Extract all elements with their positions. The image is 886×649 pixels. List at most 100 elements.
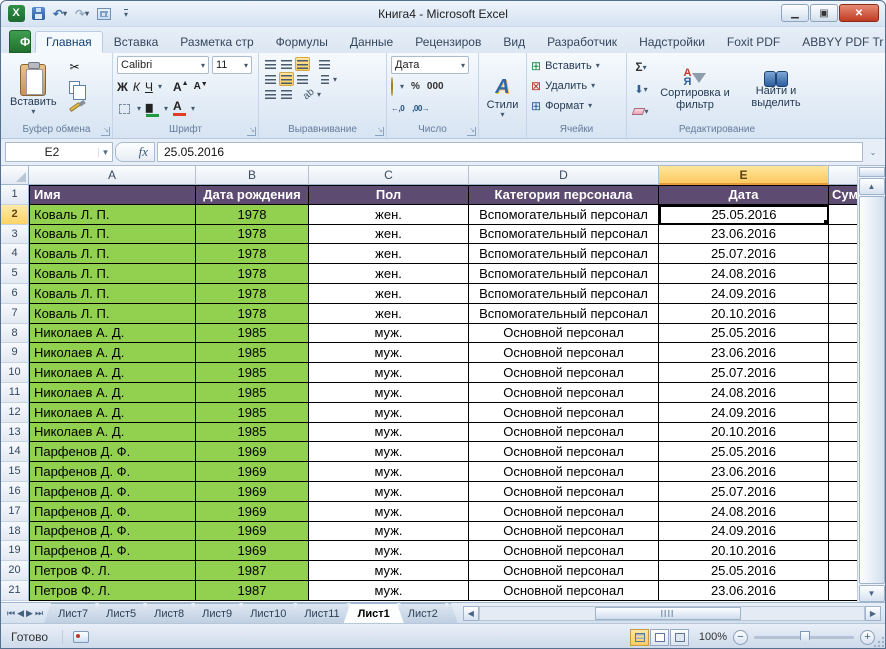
cell-category[interactable]: Вспомогательный персонал: [469, 244, 659, 264]
prev-sheet-icon[interactable]: ◀: [17, 608, 24, 619]
cell-sum[interactable]: [829, 561, 857, 581]
styles-button[interactable]: A Стили ▾: [482, 56, 524, 138]
cell-name[interactable]: Парфенов Д. Ф.: [29, 541, 196, 561]
decrease-decimal-button[interactable]: ,00→: [412, 104, 429, 113]
cell-birth[interactable]: 1969: [196, 462, 309, 482]
insert-cells-button[interactable]: ⊞ Вставить▾: [531, 56, 622, 75]
row-number[interactable]: 9: [1, 343, 29, 363]
excel-logo-icon[interactable]: X: [7, 5, 25, 23]
row-number[interactable]: 8: [1, 324, 29, 344]
cell-birth[interactable]: 1978: [196, 284, 309, 304]
cell-gender[interactable]: муж.: [309, 482, 469, 502]
cell-sum[interactable]: [829, 403, 857, 423]
cell-category[interactable]: Основной персонал: [469, 343, 659, 363]
ribbon-tab[interactable]: ABBYY PDF Tr: [791, 31, 886, 53]
cell-gender[interactable]: муж.: [309, 541, 469, 561]
cell-gender[interactable]: муж.: [309, 442, 469, 462]
cell-name[interactable]: Николаев А. Д.: [29, 423, 196, 443]
ribbon-tab[interactable]: Рецензиров: [404, 31, 492, 53]
cell-category[interactable]: Основной персонал: [469, 383, 659, 403]
cell-category[interactable]: Основной персонал: [469, 363, 659, 383]
cell-date[interactable]: 25.07.2016: [659, 482, 829, 502]
cell-name[interactable]: Коваль Л. П.: [29, 205, 196, 225]
row-number[interactable]: 19: [1, 541, 29, 561]
cell-date[interactable]: 25.07.2016: [659, 363, 829, 383]
undo-button[interactable]: ↶▾: [51, 5, 69, 23]
row-number[interactable]: 6: [1, 284, 29, 304]
column-header-a[interactable]: A: [29, 166, 196, 185]
cell-date[interactable]: 24.09.2016: [659, 522, 829, 542]
save-button[interactable]: [29, 5, 47, 23]
alignment-dialog-launcher[interactable]: ↘: [375, 127, 384, 136]
paste-button[interactable]: Вставить ▾: [5, 56, 62, 123]
formula-input[interactable]: 25.05.2016: [157, 142, 863, 162]
decrease-indent-button[interactable]: [263, 87, 278, 101]
cell-birth[interactable]: 1985: [196, 324, 309, 344]
cell-category[interactable]: Основной персонал: [469, 462, 659, 482]
cell-sum[interactable]: [829, 225, 857, 245]
cell-sum[interactable]: [829, 482, 857, 502]
cell-sum[interactable]: [829, 244, 857, 264]
cell-name[interactable]: Коваль Л. П.: [29, 244, 196, 264]
ribbon-tab[interactable]: Foxit PDF: [716, 31, 791, 53]
cell-birth[interactable]: 1985: [196, 383, 309, 403]
scroll-up-icon[interactable]: ▲: [859, 178, 885, 195]
fill-button[interactable]: ⬇▾: [631, 80, 651, 98]
cell-birth[interactable]: 1969: [196, 502, 309, 522]
font-color-button[interactable]: А: [173, 101, 186, 116]
cell-sum[interactable]: [829, 522, 857, 542]
align-top-button[interactable]: [263, 57, 278, 71]
cell-name[interactable]: Парфенов Д. Ф.: [29, 482, 196, 502]
row-number[interactable]: 20: [1, 561, 29, 581]
delete-cells-button[interactable]: ⊠ Удалить▾: [531, 76, 622, 95]
cell-birth[interactable]: 1987: [196, 561, 309, 581]
row-number[interactable]: 13: [1, 423, 29, 443]
cell-name[interactable]: Парфенов Д. Ф.: [29, 522, 196, 542]
fill-color-button[interactable]: 🬹: [146, 101, 159, 117]
cell-gender[interactable]: жен.: [309, 205, 469, 225]
header-cell-sum[interactable]: Сумма: [829, 185, 857, 205]
header-cell-gender[interactable]: Пол: [309, 185, 469, 205]
cell-category[interactable]: Вспомогательный персонал: [469, 304, 659, 324]
cell-category[interactable]: Вспомогательный персонал: [469, 264, 659, 284]
zoom-out-button[interactable]: −: [733, 630, 748, 645]
cell-birth[interactable]: 1978: [196, 205, 309, 225]
name-box[interactable]: E2 ▼: [5, 142, 113, 162]
header-cell-date[interactable]: Дата: [659, 185, 829, 205]
zoom-level[interactable]: 100%: [695, 631, 727, 643]
header-cell-category[interactable]: Категория персонала: [469, 185, 659, 205]
row-number[interactable]: 10: [1, 363, 29, 383]
customize-qat-button[interactable]: ▾: [117, 5, 135, 23]
row-number[interactable]: 21: [1, 581, 29, 601]
cell-date[interactable]: 24.08.2016: [659, 383, 829, 403]
ribbon-tab[interactable]: Вставка: [103, 31, 170, 53]
row-number[interactable]: 17: [1, 502, 29, 522]
select-all-corner[interactable]: [1, 166, 29, 185]
first-sheet-icon[interactable]: ⏮: [7, 608, 15, 619]
cell-gender[interactable]: муж.: [309, 522, 469, 542]
cell-name[interactable]: Николаев А. Д.: [29, 343, 196, 363]
ribbon-tab[interactable]: Данные: [339, 31, 404, 53]
borders-button[interactable]: [117, 102, 132, 116]
cell-sum[interactable]: [829, 442, 857, 462]
cell-sum[interactable]: [829, 502, 857, 522]
resize-grip[interactable]: [872, 637, 884, 649]
normal-view-button[interactable]: [630, 629, 649, 646]
autosum-button[interactable]: Σ▾: [631, 58, 651, 76]
row-number[interactable]: 4: [1, 244, 29, 264]
cell-name[interactable]: Николаев А. Д.: [29, 324, 196, 344]
cell-date[interactable]: 24.09.2016: [659, 284, 829, 304]
insert-function-button[interactable]: fx: [115, 142, 155, 162]
cell-name[interactable]: Коваль Л. П.: [29, 304, 196, 324]
cell-category[interactable]: Основной персонал: [469, 522, 659, 542]
ribbon-tab[interactable]: Вид: [492, 31, 536, 53]
italic-button[interactable]: К: [133, 80, 140, 94]
cell-gender[interactable]: муж.: [309, 363, 469, 383]
cell-gender[interactable]: жен.: [309, 284, 469, 304]
ribbon-tab[interactable]: Разработчик: [536, 31, 628, 53]
row-number[interactable]: 2: [1, 205, 29, 225]
cell-name[interactable]: Коваль Л. П.: [29, 284, 196, 304]
cell-category[interactable]: Основной персонал: [469, 541, 659, 561]
header-cell-birth[interactable]: Дата рождения: [196, 185, 309, 205]
cell-sum[interactable]: [829, 541, 857, 561]
